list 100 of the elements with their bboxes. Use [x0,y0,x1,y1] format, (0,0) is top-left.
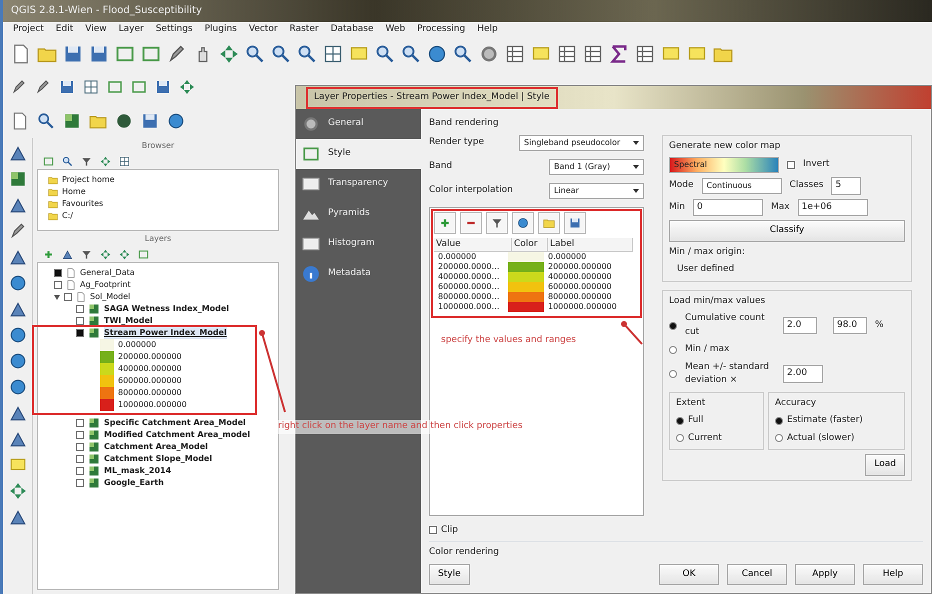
menu-item[interactable]: Layer [118,23,144,37]
radio-button[interactable] [775,416,784,425]
classify-button[interactable]: Classify [669,220,905,242]
raster-icon[interactable] [63,112,81,130]
vector-icon[interactable] [62,249,73,260]
menu-item[interactable]: Settings [156,23,193,37]
layer-checkbox[interactable] [76,455,84,463]
layer-name[interactable]: Modified Catchment Area_model [104,429,250,441]
layer-checkbox[interactable] [76,467,84,475]
layer-checkbox[interactable] [76,329,84,337]
layer-name[interactable]: Ag_Footprint [80,279,131,291]
layer-name[interactable]: Catchment Slope_Model [104,453,212,465]
menu-item[interactable]: Raster [290,23,319,37]
input-field[interactable]: 1e+06 [798,198,868,216]
layer-checkbox[interactable] [64,293,72,301]
vector-icon[interactable] [8,300,26,318]
toolbar-button[interactable] [486,212,508,234]
checkbox[interactable] [787,161,795,169]
menu-item[interactable]: Help [477,23,498,37]
magnifier-icon[interactable] [62,156,73,167]
grid-icon[interactable] [323,44,343,64]
dialog-button[interactable]: Apply [795,564,855,585]
frame-icon[interactable] [43,156,54,167]
dropdown[interactable]: Singleband pseudocolor [519,134,644,150]
sidebar-item[interactable]: Metadata [296,259,421,289]
arrows-icon[interactable] [8,482,26,500]
layer-name[interactable]: SAGA Wetness Index_Model [104,303,230,315]
page-icon[interactable] [11,112,29,130]
layer-name[interactable]: ML_mask_2014 [104,465,172,477]
sidebar-item[interactable]: General [296,109,421,139]
toolbar-button[interactable] [564,212,586,234]
table-icon[interactable] [557,44,577,64]
dot-icon[interactable] [115,112,133,130]
radio-button[interactable] [669,370,677,378]
raster-icon[interactable] [8,170,26,188]
layer-checkbox[interactable] [54,269,62,277]
layer-checkbox[interactable] [76,479,84,487]
vector-icon[interactable] [8,404,26,422]
radio-button[interactable] [676,416,684,425]
menu-item[interactable]: Web [386,23,406,37]
magnifier-icon[interactable] [37,112,55,130]
toolbar-button[interactable] [434,212,456,234]
menu-item[interactable]: Vector [248,23,278,37]
spin-box[interactable]: 5 [831,177,862,194]
menu-item[interactable]: Database [330,23,374,37]
pencil-icon[interactable] [8,222,26,240]
frame-icon[interactable] [107,79,123,95]
layer-checkbox[interactable] [76,419,84,427]
menu-item[interactable]: Project [13,23,44,37]
input-field[interactable]: 0 [692,198,763,216]
tree-item[interactable]: C:/ [62,210,73,222]
arrows-icon[interactable] [179,79,195,95]
arrows-icon[interactable] [119,249,130,260]
dialog-button[interactable]: Help [863,564,923,585]
color-ramp-dropdown[interactable]: Spectral [669,157,779,173]
vector-icon[interactable] [8,508,26,526]
sidebar-item[interactable]: Histogram [296,229,421,259]
radio-button[interactable] [775,434,784,442]
radio-button[interactable] [669,346,677,354]
menu-item[interactable]: View [85,23,107,37]
table-icon[interactable] [635,44,655,64]
magnifier-icon[interactable] [453,44,473,64]
magnifier-icon[interactable] [375,44,395,64]
pencil-icon[interactable] [35,79,51,95]
layer-name[interactable]: Specific Catchment Area_Model [104,417,246,429]
funnel-icon[interactable] [81,249,92,260]
arrows-icon[interactable] [219,44,239,64]
sigma-icon[interactable] [609,44,629,64]
layer-name[interactable]: Stream Power Index_Model [104,327,227,339]
table-icon[interactable] [505,44,525,64]
pencil-icon[interactable] [167,44,187,64]
layer-checkbox[interactable] [54,281,62,289]
frame-icon[interactable] [138,249,149,260]
layer-checkbox[interactable] [76,305,84,313]
magnifier-icon[interactable] [271,44,291,64]
frame-icon[interactable] [141,44,161,64]
spin-box[interactable]: 2.0 [783,316,817,334]
menu-item[interactable]: Edit [56,23,74,37]
frame-icon[interactable] [115,44,135,64]
radio-button[interactable] [669,322,677,330]
tree-item[interactable]: Favourites [62,198,104,210]
layer-checkbox[interactable] [76,443,84,451]
dropdown[interactable]: Band 1 (Gray) [549,158,644,174]
funnel-icon[interactable] [81,156,92,167]
grid-icon[interactable] [119,156,130,167]
menu-item[interactable]: Processing [417,23,466,37]
load-button[interactable]: Load [865,454,905,476]
spin-box[interactable]: 98.0 [833,316,867,334]
toolbar-button[interactable] [460,212,482,234]
menu-item[interactable]: Plugins [204,23,237,37]
layer-checkbox[interactable] [76,317,84,325]
pencil-icon[interactable] [11,79,27,95]
vector-icon[interactable] [8,196,26,214]
layer-name[interactable]: Catchment Area_Model [104,441,208,453]
vector-icon[interactable] [8,248,26,266]
dropdown[interactable]: Continuous [702,178,782,194]
tree-item[interactable]: Project home [62,174,115,186]
dialog-button[interactable]: Cancel [727,564,787,585]
dropdown[interactable]: Linear [549,182,644,198]
radio-button[interactable] [676,434,684,442]
